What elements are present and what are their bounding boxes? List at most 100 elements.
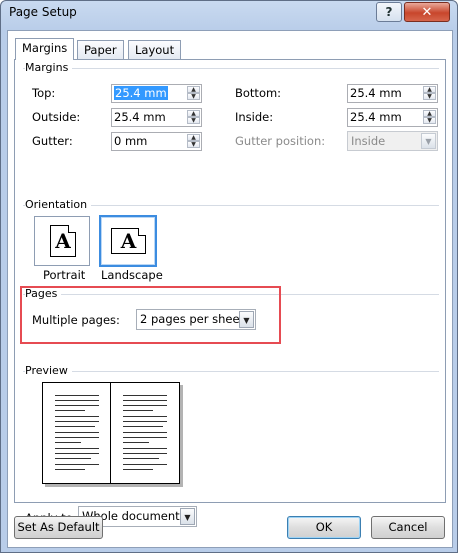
top-spin-arrows[interactable]: ▲ ▼ [187,86,200,101]
preview-line [123,432,167,433]
spin-up-icon[interactable]: ▲ [187,110,200,117]
inside-spin-arrows[interactable]: ▲ ▼ [423,110,436,125]
tab-margins[interactable]: Margins [15,38,75,60]
preview-group-title: Preview [25,364,72,377]
preview-line [55,442,81,443]
preview-line [55,464,99,465]
preview-line [55,395,99,396]
chevron-down-icon[interactable]: ▼ [180,508,195,525]
landscape-glyph: A [120,229,137,253]
margins-group-title: Margins [25,61,73,74]
spin-down-icon[interactable]: ▼ [423,117,436,124]
preview-line [123,405,167,406]
preview-line [55,426,95,427]
margins-group-divider [23,68,439,69]
gutter-position-value: Inside [351,134,386,148]
bottom-margin-spinner[interactable]: 25.4 mm ▲ ▼ [347,84,438,103]
landscape-option[interactable]: A [99,215,157,267]
page-setup-dialog: Page Setup ? ✕ Margins Paper Layout Marg… [0,0,458,553]
preview-group-divider [23,371,439,372]
gutter-spin-arrows[interactable]: ▲ ▼ [187,134,200,149]
bottom-margin-value: 25.4 mm [350,86,402,100]
portrait-option[interactable]: A [34,216,90,266]
landscape-label: Landscape [101,268,163,282]
outside-spin-arrows[interactable]: ▲ ▼ [187,110,200,125]
preview-line [123,426,163,427]
preview-line [55,410,85,411]
preview-line [123,469,153,470]
ok-label: OK [315,520,333,534]
spin-up-icon[interactable]: ▲ [187,86,200,93]
gutter-position-label: Gutter position: [235,134,326,148]
outside-margin-spinner[interactable]: 25.4 mm ▲ ▼ [111,108,202,127]
preview-pages [42,382,180,484]
preview-line [123,437,167,438]
gutter-value: 0 mm [114,134,148,148]
preview-line [55,458,91,459]
help-icon: ? [385,5,393,19]
portrait-page-icon: A [50,225,76,257]
cancel-label: Cancel [388,520,428,534]
gutter-spinner[interactable]: 0 mm ▲ ▼ [111,132,202,151]
gutter-label: Gutter: [32,134,73,148]
spin-up-icon[interactable]: ▲ [423,86,436,93]
preview-line [123,416,167,417]
spin-down-icon[interactable]: ▼ [187,141,200,148]
set-as-default-button[interactable]: Set As Default [14,516,103,539]
orientation-group-title: Orientation [25,198,92,211]
spin-down-icon[interactable]: ▼ [423,93,436,100]
bottom-spin-arrows[interactable]: ▲ ▼ [423,86,436,101]
preview-line [123,421,167,422]
tab-margins-label: Margins [22,41,68,55]
outside-margin-value: 25.4 mm [114,110,166,124]
preview-line [55,400,99,401]
preview-line [55,421,99,422]
preview-line [123,458,159,459]
preview-line [55,469,85,470]
preview-line [55,437,99,438]
top-margin-spinner[interactable]: 25.4 mm ▲ ▼ [111,84,202,103]
preview-line [55,448,99,449]
inside-margin-spinner[interactable]: 25.4 mm ▲ ▼ [347,108,438,127]
title-bar: Page Setup ? ✕ [1,1,457,25]
cancel-button[interactable]: Cancel [371,516,445,539]
outside-label: Outside: [32,110,81,124]
help-button[interactable]: ? [376,2,402,22]
tab-paper-label: Paper [84,43,117,57]
gutter-position-select[interactable]: Inside ▼ [347,131,438,151]
pages-highlight-box [20,286,281,344]
tab-paper[interactable]: Paper [77,40,124,59]
close-button[interactable]: ✕ [404,2,450,22]
ok-button[interactable]: OK [287,516,361,539]
preview-line [123,400,167,401]
preview-line [123,442,149,443]
tab-layout[interactable]: Layout [128,40,182,59]
portrait-label: Portrait [43,268,86,282]
bottom-label: Bottom: [235,86,282,100]
preview-line [123,453,167,454]
margins-tab-panel: Margins Top: 25.4 mm ▲ ▼ Outside: 25.4 mm… [14,59,446,527]
landscape-page-icon: A [111,228,146,254]
preview-page-divider [110,383,111,483]
top-margin-value: 25.4 mm [114,86,168,100]
preview-line [55,416,99,417]
preview-line [55,432,99,433]
dialog-client: Margins Paper Layout Margins Top: 25.4 m… [7,30,453,548]
spin-down-icon[interactable]: ▼ [187,93,200,100]
spin-up-icon[interactable]: ▲ [423,110,436,117]
tab-layout-label: Layout [135,43,175,57]
chevron-down-icon[interactable]: ▼ [421,133,436,149]
set-as-default-label: Set As Default [17,520,100,534]
close-icon: ✕ [421,4,433,20]
spin-down-icon[interactable]: ▼ [187,117,200,124]
preview-line [123,464,167,465]
inside-label: Inside: [235,110,274,124]
portrait-glyph: A [55,229,71,253]
preview-line [55,453,99,454]
preview-line [123,395,167,396]
preview-line [123,410,153,411]
preview-line [123,448,167,449]
spin-up-icon[interactable]: ▲ [187,134,200,141]
window-title: Page Setup [9,5,77,19]
preview-line [55,405,99,406]
